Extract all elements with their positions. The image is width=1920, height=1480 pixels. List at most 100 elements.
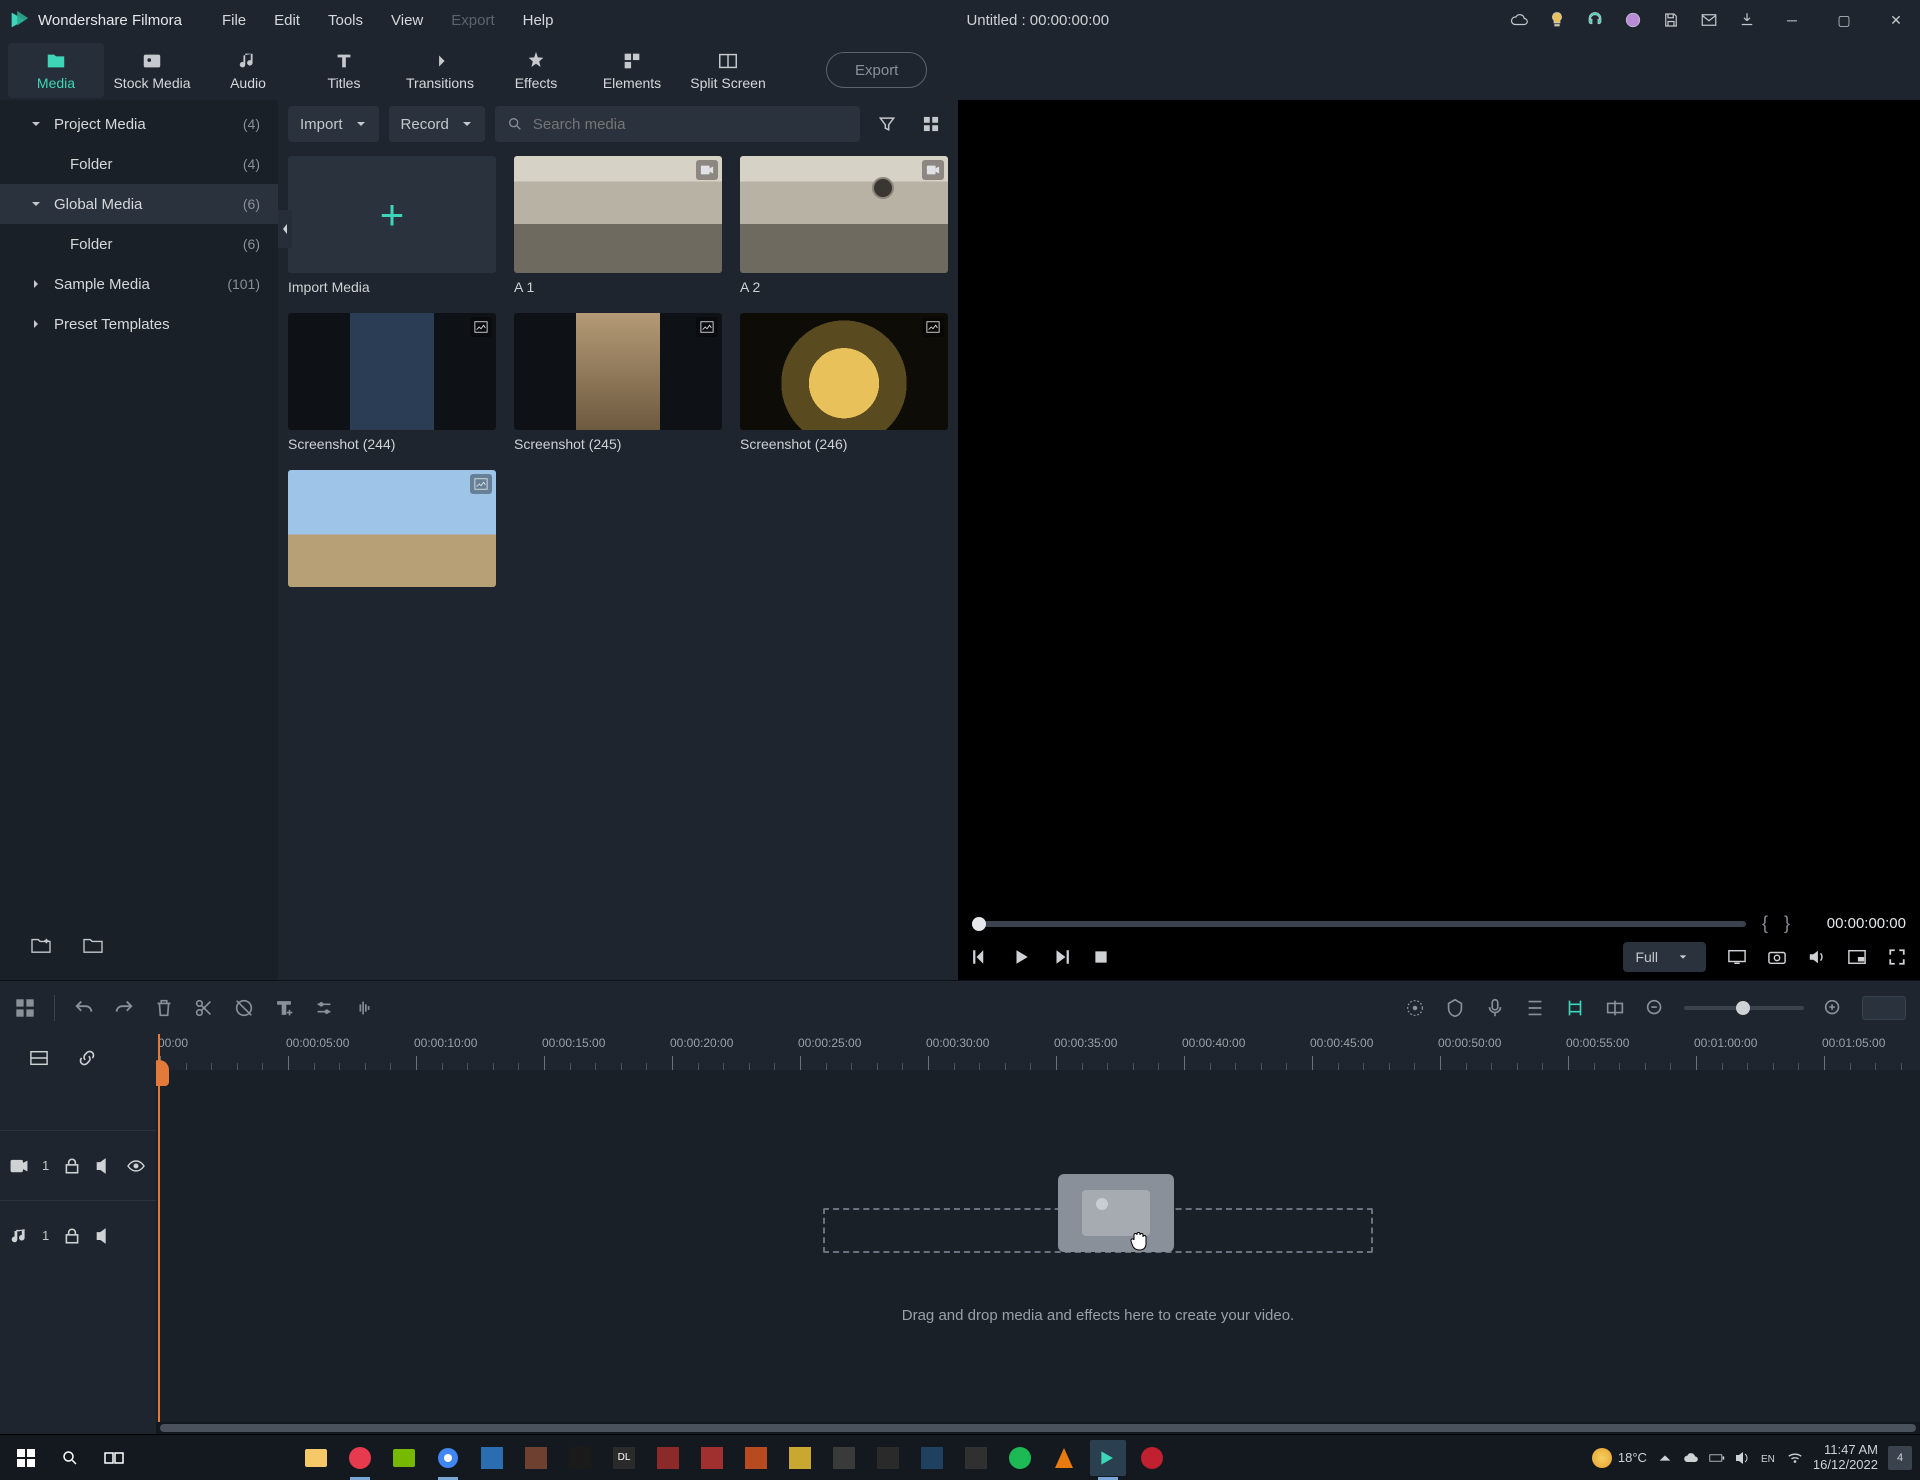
visibility-icon[interactable] bbox=[127, 1157, 145, 1175]
adjust-icon[interactable] bbox=[313, 997, 335, 1019]
save-icon[interactable] bbox=[1662, 11, 1680, 29]
step-forward-icon[interactable] bbox=[1052, 948, 1070, 966]
tray-language-icon[interactable]: EN bbox=[1761, 1450, 1777, 1466]
tray-chevron-up-icon[interactable] bbox=[1657, 1450, 1673, 1466]
delete-icon[interactable] bbox=[153, 997, 175, 1019]
taskbar-app-9[interactable] bbox=[826, 1440, 862, 1476]
tray-clock[interactable]: 11:47 AM 16/12/2022 bbox=[1813, 1443, 1878, 1473]
update-icon[interactable] bbox=[1738, 11, 1756, 29]
taskbar-app-8[interactable] bbox=[782, 1440, 818, 1476]
undo-icon[interactable] bbox=[73, 997, 95, 1019]
export-button[interactable]: Export bbox=[826, 52, 927, 88]
import-media-card[interactable]: + Import Media bbox=[288, 156, 496, 295]
weather-widget[interactable]: 18°C bbox=[1592, 1448, 1647, 1468]
playhead[interactable] bbox=[158, 1034, 160, 1434]
video-track-header[interactable]: 1 bbox=[0, 1130, 156, 1200]
menu-help[interactable]: Help bbox=[511, 8, 566, 33]
taskbar-app-6[interactable] bbox=[694, 1440, 730, 1476]
timeline-ruler[interactable]: 00:0000:00:05:0000:00:10:0000:00:15:0000… bbox=[156, 1034, 1920, 1070]
taskbar-app-2[interactable] bbox=[518, 1440, 554, 1476]
mute-icon[interactable] bbox=[95, 1157, 113, 1175]
zoom-out-icon[interactable] bbox=[1644, 997, 1666, 1019]
lock-icon[interactable] bbox=[63, 1157, 81, 1175]
filter-button[interactable] bbox=[870, 107, 904, 141]
taskbar-app-7[interactable] bbox=[738, 1440, 774, 1476]
render-icon[interactable] bbox=[1404, 997, 1426, 1019]
volume-icon[interactable] bbox=[1808, 948, 1826, 966]
mixer-icon[interactable] bbox=[1524, 997, 1546, 1019]
taskbar-spotify[interactable] bbox=[1002, 1440, 1038, 1476]
preview-scrubber[interactable] bbox=[972, 921, 1746, 927]
layout-icon[interactable] bbox=[14, 997, 36, 1019]
search-input[interactable] bbox=[533, 116, 848, 133]
display-icon[interactable] bbox=[1728, 948, 1746, 966]
auto-ripple-icon[interactable] bbox=[1564, 997, 1586, 1019]
tray-battery-icon[interactable] bbox=[1709, 1450, 1725, 1466]
tree-preset-templates[interactable]: Preset Templates bbox=[0, 304, 278, 344]
media-card-s245[interactable]: Screenshot (245) bbox=[514, 313, 722, 452]
cloud-icon[interactable] bbox=[1510, 11, 1528, 29]
tree-global-media[interactable]: Global Media (6) bbox=[0, 184, 278, 224]
mark-out-button[interactable]: } bbox=[1784, 913, 1790, 934]
link-icon[interactable] bbox=[78, 1049, 96, 1067]
crop-icon[interactable] bbox=[233, 997, 255, 1019]
taskbar-app-4[interactable]: DL bbox=[606, 1440, 642, 1476]
menu-file[interactable]: File bbox=[210, 8, 258, 33]
media-card-s244[interactable]: Screenshot (244) bbox=[288, 313, 496, 452]
tab-effects[interactable]: Effects bbox=[488, 43, 584, 98]
tab-media[interactable]: Media bbox=[8, 43, 104, 98]
grid-view-button[interactable] bbox=[914, 107, 948, 141]
support-icon[interactable] bbox=[1586, 11, 1604, 29]
tab-split-screen[interactable]: Split Screen bbox=[680, 43, 776, 98]
redo-icon[interactable] bbox=[113, 997, 135, 1019]
minimize-button[interactable]: ─ bbox=[1776, 12, 1808, 28]
start-button[interactable] bbox=[8, 1440, 44, 1476]
split-icon[interactable] bbox=[193, 997, 215, 1019]
tray-volume-icon[interactable] bbox=[1735, 1450, 1751, 1466]
tab-stock-media[interactable]: Stock Media bbox=[104, 43, 200, 98]
zoom-slider[interactable] bbox=[1684, 1006, 1804, 1010]
snap-icon[interactable] bbox=[1604, 997, 1626, 1019]
taskbar-app-11[interactable] bbox=[914, 1440, 950, 1476]
zoom-in-icon[interactable] bbox=[1822, 997, 1844, 1019]
tab-titles[interactable]: Titles bbox=[296, 43, 392, 98]
taskbar-app-12[interactable] bbox=[958, 1440, 994, 1476]
audio-track-header[interactable]: 1 bbox=[0, 1200, 156, 1270]
stop-icon[interactable] bbox=[1092, 948, 1110, 966]
preview-quality-dropdown[interactable]: Full bbox=[1623, 942, 1706, 972]
fullscreen-icon[interactable] bbox=[1888, 948, 1906, 966]
menu-tools[interactable]: Tools bbox=[316, 8, 375, 33]
taskbar-app-1[interactable] bbox=[474, 1440, 510, 1476]
taskbar-chrome[interactable] bbox=[430, 1440, 466, 1476]
mail-icon[interactable] bbox=[1700, 11, 1718, 29]
mark-in-button[interactable]: { bbox=[1762, 913, 1768, 934]
tree-global-folder[interactable]: Folder (6) bbox=[0, 224, 278, 264]
new-folder-plus-icon[interactable] bbox=[30, 936, 52, 954]
timeline-hscroll[interactable] bbox=[156, 1422, 1920, 1434]
audio-tool-icon[interactable] bbox=[353, 997, 375, 1019]
record-dropdown[interactable]: Record bbox=[389, 106, 485, 142]
sidebar-collapse-button[interactable] bbox=[278, 210, 292, 248]
taskbar-nvidia[interactable] bbox=[386, 1440, 422, 1476]
timeline-view-toggle[interactable] bbox=[1862, 996, 1906, 1020]
media-card-s247[interactable] bbox=[288, 470, 496, 587]
taskbar-app-10[interactable] bbox=[870, 1440, 906, 1476]
tray-wifi-icon[interactable] bbox=[1787, 1450, 1803, 1466]
maximize-button[interactable]: ▢ bbox=[1828, 12, 1860, 29]
search-box[interactable] bbox=[495, 106, 860, 142]
tray-onedrive-icon[interactable] bbox=[1683, 1450, 1699, 1466]
system-tray[interactable]: 18°C EN 11:47 AM 16/12/2022 4 bbox=[1592, 1443, 1912, 1473]
task-view[interactable] bbox=[96, 1440, 132, 1476]
step-back-icon[interactable] bbox=[972, 948, 990, 966]
taskbar-explorer[interactable] bbox=[298, 1440, 334, 1476]
tree-sample-media[interactable]: Sample Media (101) bbox=[0, 264, 278, 304]
taskbar-search[interactable] bbox=[52, 1440, 88, 1476]
snapshot-icon[interactable] bbox=[1768, 948, 1786, 966]
tree-project-media[interactable]: Project Media (4) bbox=[0, 104, 278, 144]
tree-project-folder[interactable]: Folder (4) bbox=[0, 144, 278, 184]
taskbar-app-13[interactable] bbox=[1134, 1440, 1170, 1476]
pip-icon[interactable] bbox=[1848, 948, 1866, 966]
play-icon[interactable] bbox=[1012, 948, 1030, 966]
track-manager-icon[interactable] bbox=[30, 1049, 48, 1067]
taskbar-app-5[interactable] bbox=[650, 1440, 686, 1476]
